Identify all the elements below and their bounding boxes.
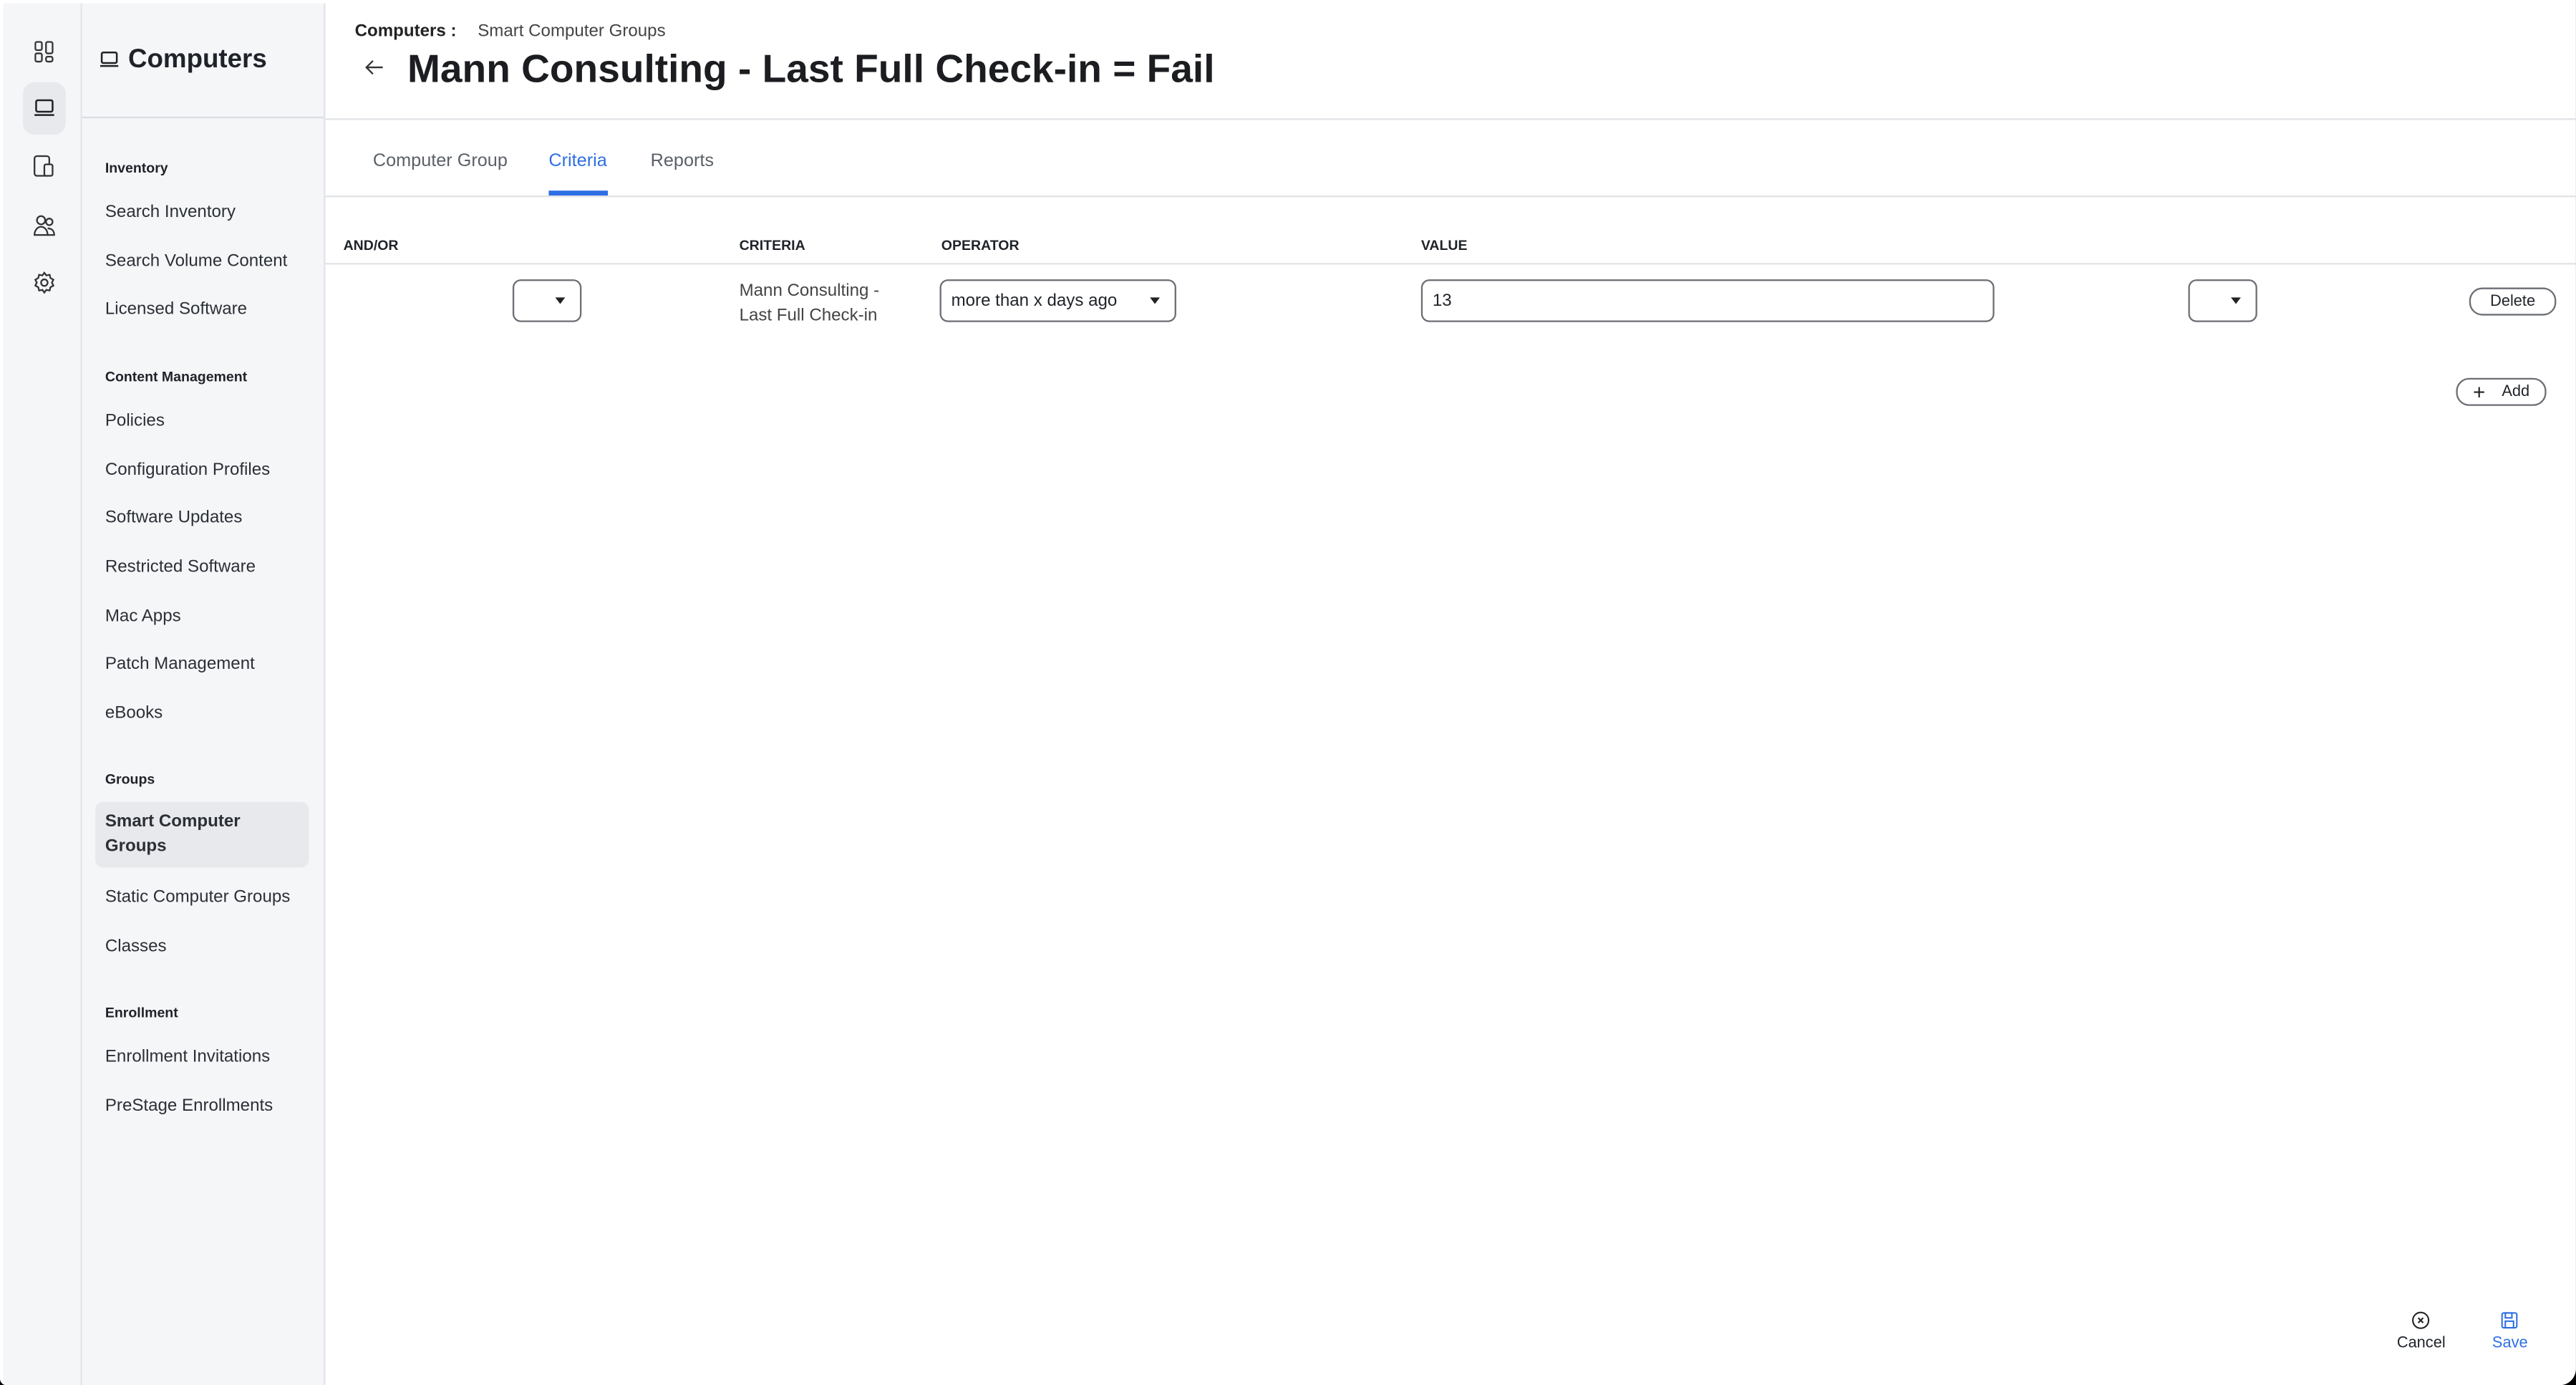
- criteria-name: Mann Consulting - Last Full Check-in: [740, 279, 880, 329]
- cancel-circle-x-icon: [2412, 1311, 2430, 1329]
- sidebar-item-ebooks[interactable]: eBooks: [105, 703, 163, 723]
- sidebar-item-smart-computer-groups[interactable]: Smart Computer Groups: [95, 801, 309, 868]
- sidebar-item-licensed-software[interactable]: Licensed Software: [105, 299, 247, 319]
- sidebar-item-configuration-profiles[interactable]: Configuration Profiles: [105, 460, 270, 480]
- cancel-label: Cancel: [2396, 1334, 2446, 1353]
- sidebar-item-prestage-enrollments[interactable]: PreStage Enrollments: [105, 1096, 273, 1116]
- paren-select[interactable]: [2188, 279, 2257, 322]
- chevron-down-icon: [2231, 297, 2241, 304]
- section-enrollment: Enrollment: [105, 1004, 178, 1020]
- value-input[interactable]: 13: [1420, 279, 1995, 322]
- main-content: Computers : Smart Computer Groups Mann C…: [325, 4, 2576, 1385]
- chevron-down-icon: [555, 297, 566, 304]
- sidebar: Computers Inventory Search Inventory Sea…: [82, 3, 326, 1385]
- and-or-select[interactable]: [512, 279, 582, 322]
- criteria-line-2: Last Full Check-in: [739, 305, 878, 326]
- mobile-devices-icon[interactable]: [23, 140, 66, 192]
- page-title: Mann Consulting - Last Full Check-in = F…: [407, 47, 1215, 92]
- computer-icon[interactable]: [23, 82, 66, 135]
- sidebar-title: Computers: [127, 45, 267, 74]
- section-groups: Groups: [105, 771, 155, 788]
- column-header-value: VALUE: [1420, 236, 1468, 254]
- tab-computer-group[interactable]: Computer Group: [373, 151, 508, 171]
- dashboard-icon[interactable]: [23, 26, 66, 79]
- tab-criteria[interactable]: Criteria: [548, 151, 606, 171]
- icon-rail: [3, 3, 82, 1385]
- back-arrow-icon[interactable]: [364, 59, 384, 76]
- operator-value: more than x days ago: [951, 291, 1118, 311]
- section-content-management: Content Management: [105, 367, 248, 385]
- app-window: Computers Inventory Search Inventory Sea…: [0, 0, 2576, 1385]
- value-text: 13: [1432, 291, 1452, 311]
- sidebar-item-policies[interactable]: Policies: [105, 411, 165, 431]
- cancel-button[interactable]: Cancel: [2397, 1311, 2446, 1352]
- tabs-divider: [325, 196, 2576, 198]
- sidebar-item-restricted-software[interactable]: Restricted Software: [105, 557, 256, 577]
- sidebar-header: Computers: [82, 4, 324, 119]
- sidebar-item-software-updates[interactable]: Software Updates: [105, 508, 243, 528]
- sidebar-item-patch-management[interactable]: Patch Management: [105, 654, 255, 674]
- criteria-line-1: Mann Consulting -: [739, 281, 880, 301]
- add-label: Add: [2502, 382, 2530, 401]
- save-floppy-icon: [2502, 1312, 2519, 1329]
- sidebar-item-static-computer-groups[interactable]: Static Computer Groups: [105, 887, 290, 907]
- sidebar-item-mac-apps[interactable]: Mac Apps: [105, 607, 181, 627]
- sidebar-item-search-inventory[interactable]: Search Inventory: [105, 202, 236, 222]
- delete-button[interactable]: Delete: [2469, 287, 2557, 316]
- operator-select[interactable]: more than x days ago: [939, 279, 1176, 322]
- plus-icon: +: [2472, 378, 2486, 404]
- table-header-divider: [325, 263, 2576, 265]
- chevron-down-icon: [1150, 297, 1160, 304]
- sidebar-item-classes[interactable]: Classes: [105, 937, 167, 957]
- sidebar-item-search-volume-content[interactable]: Search Volume Content: [105, 251, 287, 271]
- section-inventory: Inventory: [105, 159, 168, 176]
- sidebar-item-enrollment-invitations[interactable]: Enrollment Invitations: [105, 1047, 270, 1067]
- column-header-operator: OPERATOR: [941, 236, 1020, 254]
- breadcrumb: Computers : Smart Computer Groups: [355, 21, 666, 42]
- add-criteria-button[interactable]: + Add: [2456, 377, 2547, 406]
- breadcrumb-current[interactable]: Smart Computer Groups: [478, 21, 665, 42]
- save-label: Save: [2492, 1334, 2528, 1353]
- tab-reports[interactable]: Reports: [651, 151, 714, 171]
- active-tab-indicator: [548, 190, 609, 196]
- column-header-and-or: AND/OR: [343, 236, 399, 254]
- computer-icon: [100, 51, 119, 67]
- header-divider: [325, 118, 2576, 120]
- users-icon[interactable]: [23, 199, 66, 251]
- column-header-criteria: CRITERIA: [739, 236, 805, 254]
- settings-gear-icon[interactable]: [23, 256, 66, 309]
- breadcrumb-parent[interactable]: Computers :: [355, 21, 457, 42]
- save-button[interactable]: Save: [2492, 1311, 2528, 1352]
